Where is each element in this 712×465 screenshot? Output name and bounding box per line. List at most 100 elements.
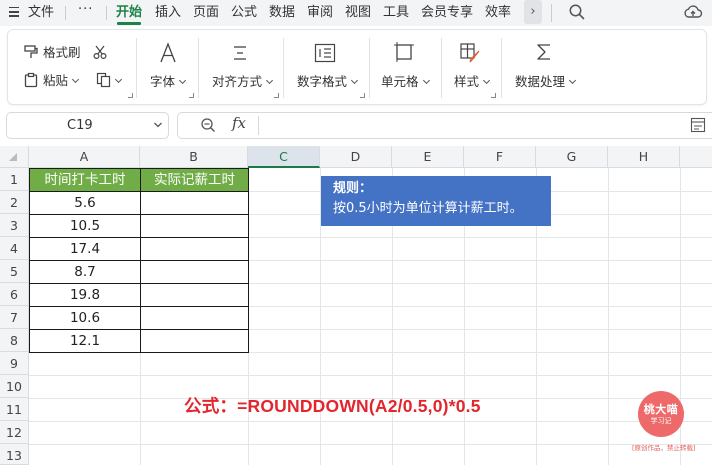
scissors-icon[interactable]: [92, 44, 108, 60]
row-header-4[interactable]: 4: [0, 237, 29, 260]
table-row: 8.7: [29, 260, 249, 284]
column-header-g[interactable]: G: [536, 146, 608, 168]
menu-file[interactable]: 文件: [28, 4, 54, 21]
fx-icon[interactable]: fx: [232, 114, 246, 132]
number-format-icon: [314, 43, 336, 63]
table-row: 时间打卡工时 实际记薪工时: [29, 168, 249, 192]
column-header-a[interactable]: A: [29, 146, 140, 168]
row-header-5[interactable]: 5: [0, 260, 29, 283]
chevron-down-icon[interactable]: [153, 120, 163, 130]
tab-view[interactable]: 视图: [345, 4, 371, 21]
cell-button[interactable]: 单元格: [381, 74, 429, 89]
expand-formula-icon[interactable]: [690, 117, 706, 133]
menu-bar: 文件 ··· 开始 插入 页面 公式 数据 审阅 视图 工具 会员专享 效率 ›: [0, 0, 712, 26]
format-painter-button[interactable]: 格式刷: [43, 45, 81, 60]
rule-title: 规则：: [333, 181, 373, 196]
row-header-1[interactable]: 1: [0, 168, 29, 191]
style-button[interactable]: 样式: [454, 74, 489, 89]
column-header-c[interactable]: C: [248, 146, 320, 168]
cell-b4[interactable]: [140, 237, 249, 261]
name-box[interactable]: C19: [6, 112, 169, 139]
watermark-seal: 桃大喵 学习记: [638, 391, 684, 437]
paste-button[interactable]: 粘贴: [43, 73, 78, 88]
row-header-2[interactable]: 2: [0, 191, 29, 214]
column-header-partial[interactable]: [680, 146, 712, 168]
table-row: 10.6: [29, 306, 249, 330]
header-cell-clock-hours[interactable]: 时间打卡工时: [29, 168, 141, 192]
cell-b3[interactable]: [140, 214, 249, 238]
tab-review[interactable]: 审阅: [307, 4, 333, 21]
tab-member[interactable]: 会员专享: [421, 4, 473, 21]
select-all-icon: [9, 153, 17, 161]
dialog-launcher-icon[interactable]: [189, 93, 194, 98]
cell-b6[interactable]: [140, 283, 249, 307]
cell-a7[interactable]: 10.6: [29, 306, 141, 330]
number-format-button[interactable]: 数字格式: [297, 74, 357, 89]
cell-a8[interactable]: 12.1: [29, 329, 141, 353]
tab-page[interactable]: 页面: [193, 4, 219, 21]
style-icon: [460, 43, 480, 63]
row-header-8[interactable]: 8: [0, 329, 29, 352]
font-button[interactable]: 字体: [150, 74, 185, 89]
cell-a4[interactable]: 17.4: [29, 237, 141, 261]
cell-b7[interactable]: [140, 306, 249, 330]
cell-a2[interactable]: 5.6: [29, 191, 141, 215]
data-table: 时间打卡工时 实际记薪工时 5.6 10.5 17.4 8.7 19.8 10.…: [29, 168, 249, 353]
ribbon-divider: [441, 38, 442, 98]
search-icon[interactable]: [568, 3, 586, 21]
column-header-b[interactable]: B: [140, 146, 248, 168]
align-button[interactable]: 对齐方式: [212, 74, 272, 89]
row-header-9[interactable]: 9: [0, 352, 29, 375]
gridline: [29, 444, 712, 445]
row-header-3[interactable]: 3: [0, 214, 29, 237]
data-process-button[interactable]: 数据处理: [515, 74, 575, 89]
font-icon: [160, 42, 176, 63]
cell-reference: C19: [67, 118, 93, 133]
row-header-13[interactable]: 13: [0, 444, 29, 465]
cell-a6[interactable]: 19.8: [29, 283, 141, 307]
table-row: 17.4: [29, 237, 249, 261]
column-header-d[interactable]: D: [320, 146, 392, 168]
tab-data[interactable]: 数据: [269, 4, 295, 21]
ribbon-divider: [136, 38, 137, 98]
cell-b8[interactable]: [140, 329, 249, 353]
tab-tools[interactable]: 工具: [383, 4, 409, 21]
dialog-launcher-icon[interactable]: [274, 93, 279, 98]
cell-a3[interactable]: 10.5: [29, 214, 141, 238]
formula-annotation: 公式：=ROUNDDOWN(A2/0.5,0)*0.5: [184, 396, 481, 416]
hamburger-icon[interactable]: [9, 7, 19, 17]
zoom-icon[interactable]: [200, 117, 217, 134]
select-all-corner[interactable]: [0, 146, 29, 168]
column-header-h[interactable]: H: [608, 146, 680, 168]
sum-icon: [537, 44, 550, 60]
menu-more-button[interactable]: ···: [78, 1, 93, 18]
tab-insert[interactable]: 插入: [155, 4, 181, 21]
copy-dropdown[interactable]: [111, 73, 121, 88]
ribbon-divider: [283, 38, 284, 98]
tab-efficiency[interactable]: 效率: [485, 4, 511, 21]
more-tabs-button[interactable]: ›: [524, 0, 542, 24]
cell-b2[interactable]: [140, 191, 249, 215]
tab-home[interactable]: 开始: [116, 4, 142, 21]
column-header-f[interactable]: F: [464, 146, 536, 168]
gridline: [29, 375, 712, 376]
dialog-launcher-icon[interactable]: [128, 93, 133, 98]
row-header-10[interactable]: 10: [0, 375, 29, 398]
cloud-upload-icon[interactable]: [683, 3, 703, 21]
tab-formula[interactable]: 公式: [231, 4, 257, 21]
row-header-11[interactable]: 11: [0, 398, 29, 421]
row-header-12[interactable]: 12: [0, 421, 29, 444]
header-cell-paid-hours[interactable]: 实际记薪工时: [140, 168, 249, 192]
cell-b5[interactable]: [140, 260, 249, 284]
column-header-e[interactable]: E: [392, 146, 464, 168]
row-header-7[interactable]: 7: [0, 306, 29, 329]
copy-icon[interactable]: [96, 72, 111, 88]
active-tab-indicator: [117, 22, 141, 25]
ribbon-divider: [369, 38, 370, 98]
ribbon-toolbar: 格式刷 粘贴 字体 对齐方式 数字格式 单元格 样式 数据处理: [7, 29, 707, 105]
dialog-launcher-icon[interactable]: [360, 93, 365, 98]
dialog-launcher-icon[interactable]: [491, 93, 496, 98]
cell-a5[interactable]: 8.7: [29, 260, 141, 284]
row-header-6[interactable]: 6: [0, 283, 29, 306]
rule-textbox[interactable]: 规则： 按0.5小时为单位计算计薪工时。: [321, 176, 551, 226]
